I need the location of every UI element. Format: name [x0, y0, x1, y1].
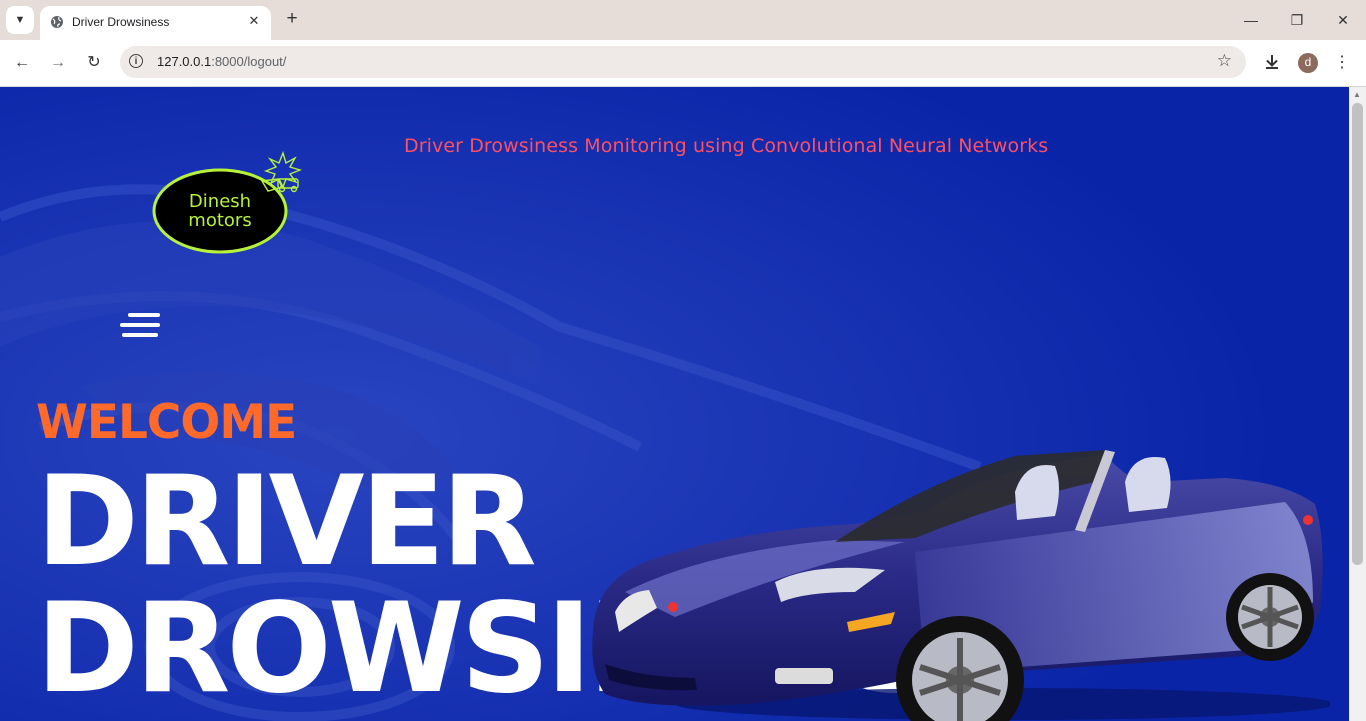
- welcome-heading: WELCOME: [36, 395, 297, 450]
- address-bar[interactable]: i 127.0.0.1:8000/logout/ ☆: [120, 46, 1246, 78]
- browser-tab[interactable]: Driver Drowsiness ✕: [40, 6, 271, 40]
- tab-strip: ▼ Driver Drowsiness ✕ + — ❐ ✕: [0, 0, 1366, 40]
- avatar[interactable]: d: [1298, 53, 1318, 73]
- tab-title: Driver Drowsiness: [72, 15, 170, 29]
- tab-search-icon[interactable]: ▼: [6, 6, 34, 34]
- dinesh-motors-logo[interactable]: Dinesh motors: [150, 149, 305, 257]
- scrollbar[interactable]: ▲: [1349, 87, 1366, 721]
- hero-line-1: DRIVER: [36, 450, 537, 594]
- convertible-car-image: [592, 450, 1330, 721]
- browser-toolbar: ← → ↻ i 127.0.0.1:8000/logout/ ☆ d ⋮: [0, 40, 1366, 87]
- page-viewport: Driver Drowsiness Monitoring using Convo…: [0, 87, 1349, 721]
- forward-icon[interactable]: →: [47, 52, 69, 74]
- close-window-icon[interactable]: ✕: [1328, 8, 1358, 32]
- back-icon[interactable]: ←: [11, 52, 33, 74]
- scroll-thumb[interactable]: [1352, 103, 1363, 565]
- restore-icon[interactable]: ❐: [1282, 8, 1312, 32]
- info-icon[interactable]: i: [129, 54, 143, 68]
- reload-icon[interactable]: ↻: [83, 52, 105, 74]
- star-icon[interactable]: ☆: [1217, 51, 1232, 71]
- globe-icon: [51, 16, 63, 28]
- logo-text-line1: Dinesh: [189, 191, 251, 212]
- menu-icon[interactable]: ⋮: [1334, 52, 1350, 74]
- minimize-icon[interactable]: —: [1236, 8, 1266, 32]
- plus-icon[interactable]: +: [281, 8, 303, 30]
- download-icon[interactable]: [1262, 52, 1282, 72]
- close-icon[interactable]: ✕: [245, 12, 263, 30]
- scroll-up-icon[interactable]: ▲: [1353, 90, 1361, 99]
- logo-text-line2: motors: [188, 210, 251, 231]
- site-title: Driver Drowsiness Monitoring using Convo…: [404, 135, 1049, 157]
- url-text[interactable]: 127.0.0.1:8000/logout/: [157, 54, 286, 69]
- hamburger-icon[interactable]: [120, 313, 160, 339]
